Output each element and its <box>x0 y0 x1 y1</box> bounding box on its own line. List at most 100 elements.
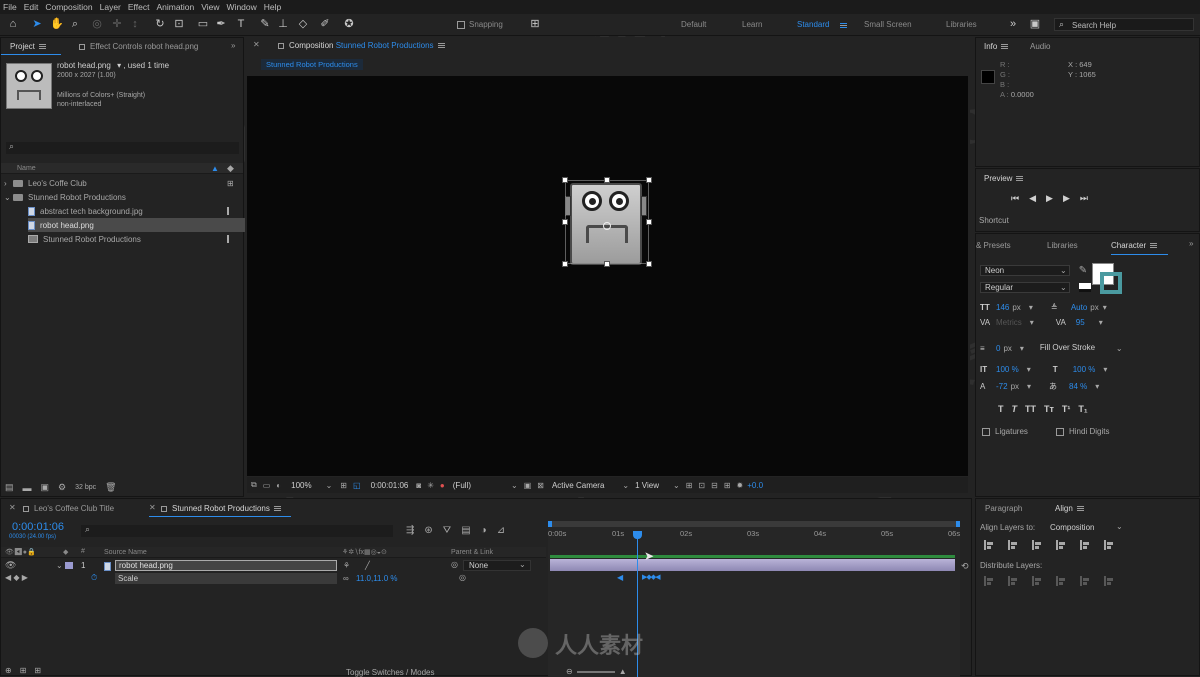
property-row[interactable]: ◀ ◆ ▶ ⏱ Scale ∞ 11.0,11.0 % ◎ <box>1 573 546 585</box>
transform-handle[interactable] <box>604 177 610 183</box>
exposure-value[interactable]: +0.0 <box>747 481 763 490</box>
breadcrumb[interactable]: Stunned Robot Productions <box>261 59 363 70</box>
show-snapshot-icon[interactable]: ✳ <box>427 481 434 490</box>
tab-libraries[interactable]: Libraries <box>1047 241 1078 250</box>
transform-handle[interactable] <box>646 177 652 183</box>
view-layout-dropdown[interactable]: 1 View <box>635 481 659 490</box>
chevron-down-icon[interactable]: ▾ <box>1099 318 1103 327</box>
close-icon[interactable]: ✕ <box>253 40 260 49</box>
scroll-icon[interactable]: ⟲ <box>961 561 969 572</box>
disclosure-triangle-icon[interactable]: › <box>1 179 13 188</box>
chevron-down-icon[interactable]: ▾ <box>1103 365 1107 374</box>
panel-menu-icon[interactable] <box>273 506 281 512</box>
selection-tool-icon[interactable]: ➤ <box>30 17 44 31</box>
menu-effect[interactable]: Effect <box>128 2 150 12</box>
expand-panels-icon[interactable]: » <box>231 41 235 50</box>
scale-value[interactable]: 11.0,11.0 % <box>356 574 398 583</box>
distribute-right-icon[interactable] <box>1104 576 1114 586</box>
visibility-eye-icon[interactable]: 👁 <box>5 560 16 571</box>
menu-animation[interactable]: Animation <box>156 2 194 12</box>
menu-help[interactable]: Help <box>264 2 281 12</box>
faux-bold-icon[interactable]: T <box>998 404 1004 414</box>
parent-link-header[interactable]: Parent & Link <box>451 549 493 556</box>
project-item[interactable]: › Leo's Coffe Club ⊞ <box>1 176 243 190</box>
new-composition-icon[interactable]: ▣ <box>41 482 50 493</box>
project-item-selected[interactable]: robot head.png <box>28 218 250 232</box>
workspace-default[interactable]: Default <box>681 20 706 29</box>
grid-icon[interactable]: ⊞ <box>340 481 347 490</box>
no-fill-swatch-icon[interactable] <box>1078 283 1091 292</box>
chevron-down-icon[interactable]: ▾ <box>1095 382 1099 391</box>
color-channel-icon[interactable]: ● <box>440 481 445 490</box>
playhead-handle[interactable] <box>633 531 642 539</box>
distribute-vertical-center-icon[interactable] <box>1008 576 1018 586</box>
orbit-tool-icon[interactable]: ◎ <box>90 17 104 31</box>
zoom-out-icon[interactable]: ⊖ <box>566 667 573 676</box>
stroke-mode-dropdown[interactable]: Fill Over Stroke <box>1036 343 1116 354</box>
tab-effects-presets[interactable]: & Presets <box>976 241 1011 250</box>
distribute-top-icon[interactable] <box>984 576 994 586</box>
time-ruler[interactable]: 0:00s 01s 02s 03s 04s 05s 06s <box>548 529 960 541</box>
layer-duration-bar[interactable] <box>550 559 955 571</box>
chevron-down-icon[interactable]: ⌄ <box>519 560 526 569</box>
brush-tool-icon[interactable]: ✎ <box>258 17 272 31</box>
frame-blending-icon[interactable]: ▤ <box>461 525 470 536</box>
chevron-down-icon[interactable]: ▾ <box>1020 344 1024 353</box>
project-item[interactable]: ⌄ Stunned Robot Productions <box>1 190 243 204</box>
kerning-value[interactable]: Metrics <box>996 318 1022 327</box>
chevron-down-icon[interactable]: ▾ <box>1027 382 1031 391</box>
flowchart-icon[interactable]: ⊞ <box>724 481 731 490</box>
close-icon[interactable]: ✕ <box>9 503 16 512</box>
keyframe-icon[interactable]: ◀ <box>617 573 623 582</box>
workspace-menu-icon[interactable] <box>840 23 847 28</box>
tab-info[interactable]: Info <box>984 42 1009 51</box>
work-area-bar[interactable] <box>548 521 960 527</box>
label-color-swatch[interactable] <box>65 562 73 569</box>
label-tag-icon[interactable]: ◆ <box>227 163 234 174</box>
distribute-horizontal-center-icon[interactable] <box>1080 576 1090 586</box>
workspace-learn[interactable]: Learn <box>742 20 762 29</box>
font-style-dropdown[interactable]: Regular <box>980 282 1070 293</box>
chevron-down-icon[interactable]: ⌄ <box>511 481 518 490</box>
flowchart-icon[interactable]: ⊞ <box>227 179 234 188</box>
zoom-tool-icon[interactable]: ⌕ <box>68 17 82 31</box>
leading-value[interactable]: Auto <box>1071 303 1087 312</box>
layer-name-field[interactable]: robot head.png <box>115 560 337 571</box>
composition-flowchart-icon[interactable]: ⇶ <box>406 525 414 536</box>
panel-menu-icon[interactable] <box>1150 243 1158 249</box>
tab-timeline-leo[interactable]: Leo's Coffee Club Title <box>23 504 114 513</box>
dolly-tool-icon[interactable]: ↕ <box>128 17 142 31</box>
align-bottom-icon[interactable] <box>1104 540 1114 550</box>
vertical-scale-value[interactable]: 100 % <box>996 365 1019 374</box>
bit-depth[interactable]: 32 bpc <box>75 484 96 491</box>
chevron-down-icon[interactable]: ▾ <box>117 61 121 70</box>
pick-whip-icon[interactable]: ◎ <box>451 560 458 569</box>
quality-switch-icon[interactable]: ╱ <box>365 561 370 570</box>
align-top-icon[interactable] <box>1056 540 1066 550</box>
layer-row[interactable]: 👁 ⌄ 1 robot head.png ⚘ ╱ ◎ None ⌄ <box>1 560 546 572</box>
chevron-down-icon[interactable]: ⌄ <box>622 481 629 490</box>
stopwatch-icon[interactable]: ⏱ <box>91 573 97 583</box>
new-folder-icon[interactable]: ▬ <box>23 483 32 493</box>
monitor-icon[interactable]: ▭ <box>263 481 271 490</box>
pan-tool-icon[interactable]: ✛ <box>110 17 124 31</box>
hindi-digits-option[interactable]: Hindi Digits <box>1056 427 1109 436</box>
baseline-shift-value[interactable]: -72 <box>996 382 1008 391</box>
project-search-input[interactable]: ⌕ <box>6 141 239 154</box>
rectangle-tool-icon[interactable]: ▭ <box>196 17 210 31</box>
stroke-width-value[interactable]: 0 <box>996 344 1000 353</box>
zoom-slider[interactable] <box>576 670 615 673</box>
tab-project[interactable]: Project <box>10 42 46 51</box>
disclosure-triangle-icon[interactable]: ⌄ <box>1 193 13 202</box>
keyframe-navigator[interactable]: ◀ ◆ ▶ <box>5 573 28 582</box>
chevron-down-icon[interactable]: ▾ <box>1027 365 1031 374</box>
type-tool-icon[interactable]: T <box>234 17 248 31</box>
transform-handle[interactable] <box>562 261 568 267</box>
tab-audio[interactable]: Audio <box>1030 42 1050 51</box>
align-target-dropdown[interactable]: Composition <box>1050 523 1094 532</box>
project-item[interactable]: Stunned Robot Productions <box>1 232 243 246</box>
interpret-footage-icon[interactable]: ▤ <box>5 482 14 493</box>
source-name-header[interactable]: Source Name <box>104 549 147 556</box>
distribute-left-icon[interactable] <box>1056 576 1066 586</box>
timeline-search-input[interactable]: ⌕ <box>81 524 393 537</box>
